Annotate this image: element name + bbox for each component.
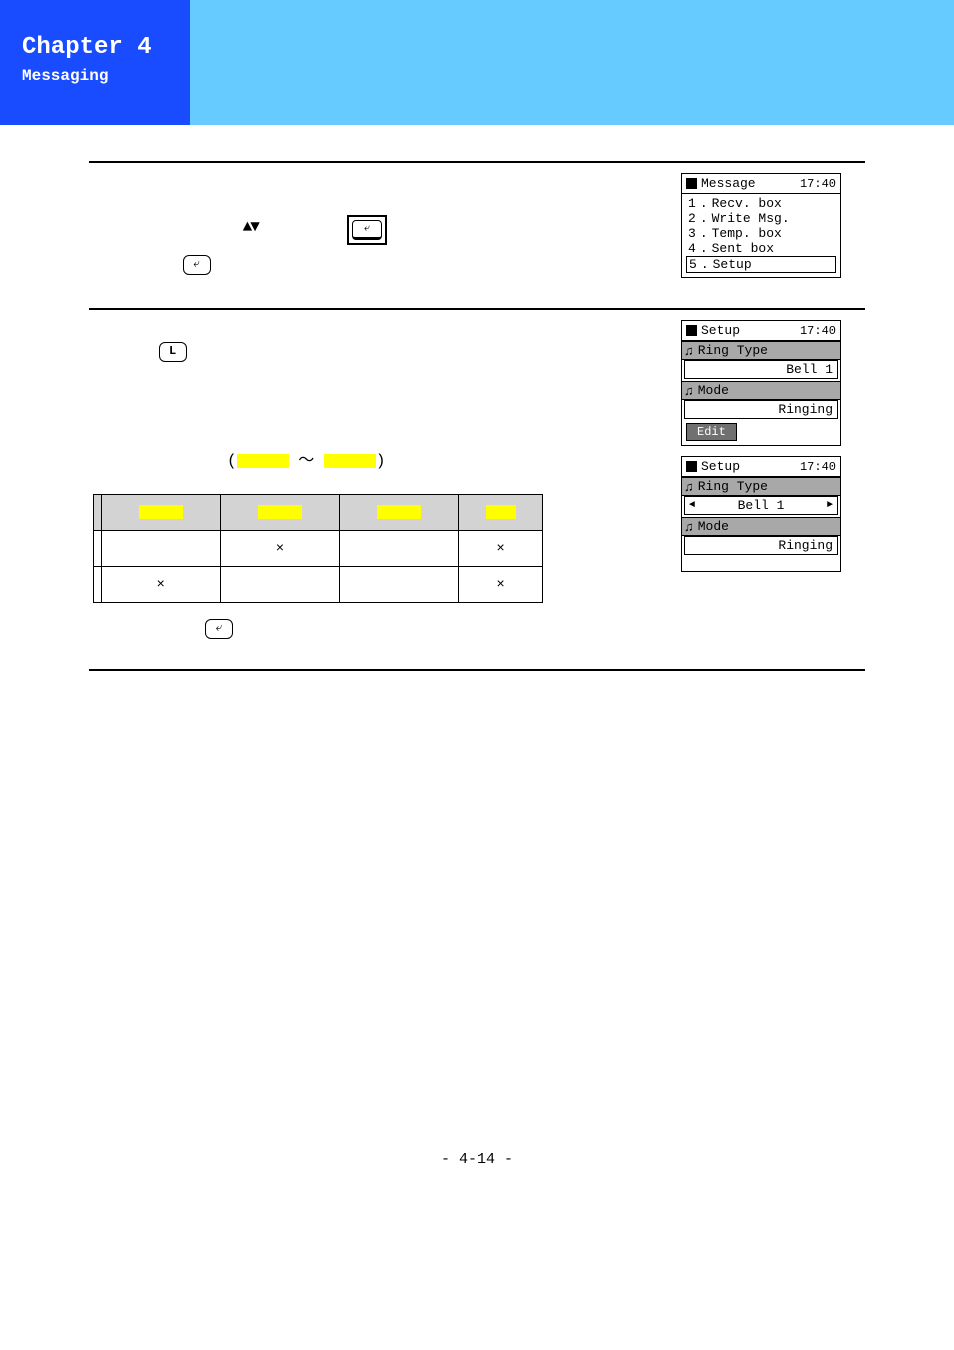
enter-key-icon: [205, 619, 233, 639]
chapter-tab: Chapter 4 Messaging: [0, 0, 190, 125]
title-icon: [686, 325, 697, 336]
enter-key-icon: [183, 255, 211, 275]
content-area: ▲▼ ⤶ Message 17:40 1.Recv. box 2.Write M…: [89, 161, 865, 671]
L-key-icon: [159, 342, 187, 362]
menu-item: 4.Sent box: [686, 241, 836, 256]
chapter-title: Chapter 4: [22, 34, 168, 61]
screen-time: 17:40: [800, 177, 836, 191]
table-header: [340, 495, 459, 531]
menu-item: 1.Recv. box: [686, 196, 836, 211]
title-icon: [686, 461, 697, 472]
note-icon: ♫: [684, 343, 694, 358]
field-value: Ringing: [684, 536, 838, 555]
step-1: ▲▼ ⤶ Message 17:40 1.Recv. box 2.Write M…: [89, 161, 865, 308]
field-header: ♫ Mode: [682, 517, 840, 536]
screen-setup-view: Setup 17:40 ♫ Ring Type Bell 1 ♫ Mode Ri…: [681, 320, 841, 446]
chevron-left-icon: ◄: [689, 500, 695, 511]
field-value: Bell 1: [684, 360, 838, 379]
table-header: [101, 495, 220, 531]
table-header: [459, 495, 543, 531]
enter-key-border: ⤶: [347, 215, 387, 245]
chevron-right-icon: ►: [827, 500, 833, 511]
step-2: ( ～ ) × ×: [89, 308, 865, 671]
screen-title: Setup: [701, 323, 800, 338]
note-icon: ♫: [684, 479, 694, 494]
blank-yellow-label: [324, 454, 376, 468]
menu-item-selected: 5.Setup: [686, 256, 836, 273]
title-icon: [686, 178, 697, 189]
menu-item: 3.Temp. box: [686, 226, 836, 241]
table-row: × ×: [94, 531, 543, 567]
field-header: ♫ Mode: [682, 381, 840, 400]
table-header: [220, 495, 339, 531]
menu-item: 2.Write Msg.: [686, 211, 836, 226]
table-row: × ×: [94, 567, 543, 603]
field-header: ♫ Ring Type: [682, 477, 840, 496]
nav-arrows-icon: ▲▼: [243, 218, 258, 236]
top-banner: Chapter 4 Messaging: [0, 0, 954, 125]
field-header: ♫ Ring Type: [682, 341, 840, 360]
note-mode-icon: ♫: [684, 519, 694, 534]
note-mode-icon: ♫: [684, 383, 694, 398]
compat-table: × × × ×: [93, 494, 543, 603]
screen-title: Setup: [701, 459, 800, 474]
blank-yellow-label: [237, 454, 289, 468]
field-value-spinner: ◄ Bell 1 ►: [684, 496, 838, 515]
screen-time: 17:40: [800, 460, 836, 474]
screen-title: Message: [701, 176, 800, 191]
page-number: - 4-14 -: [0, 1151, 954, 1168]
field-value: Ringing: [684, 400, 838, 419]
chapter-subtitle: Messaging: [22, 67, 168, 85]
tilde-text: ～: [298, 452, 314, 470]
enter-key-icon: ⤶: [352, 220, 382, 240]
screen-message-menu: Message 17:40 1.Recv. box 2.Write Msg. 3…: [681, 173, 841, 278]
edit-softkey: Edit: [686, 423, 737, 441]
screen-setup-edit: Setup 17:40 ♫ Ring Type ◄ Bell 1 ► ♫ Mod…: [681, 456, 841, 572]
screen-time: 17:40: [800, 324, 836, 338]
